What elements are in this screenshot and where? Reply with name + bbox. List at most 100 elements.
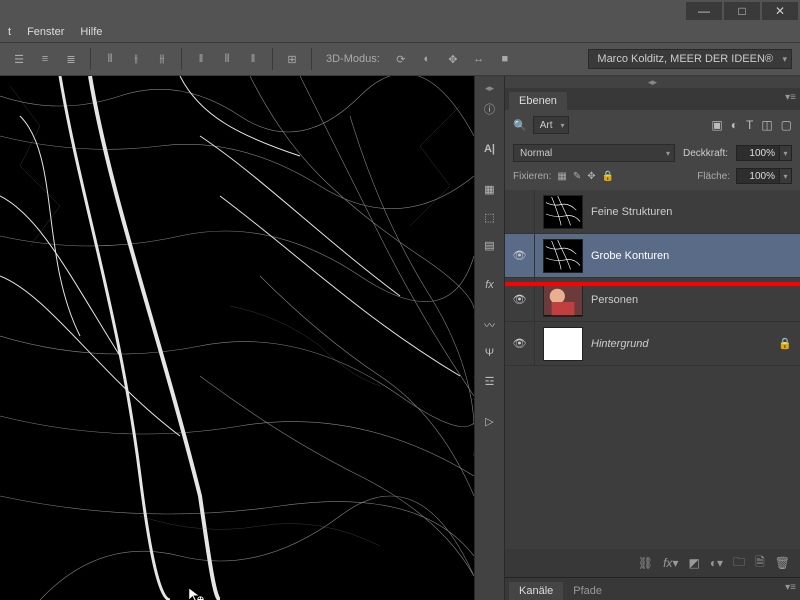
workspace-dropdown[interactable]: Marco Kolditz, MEER DER IDEEN® — [588, 49, 792, 69]
layer-kind-label: Art — [540, 120, 553, 131]
mode3d-roll-icon[interactable]: ◐ — [416, 48, 438, 70]
fill-dropdown-icon[interactable]: ▾ — [780, 168, 792, 184]
align-center-icon[interactable]: ≡ — [34, 48, 56, 70]
layer-thumbnail[interactable] — [543, 239, 583, 273]
mode3d-zoom-icon[interactable]: ■ — [494, 48, 516, 70]
layer-filter-row: 🔍 Art ▣ ◐ T ◫ ▢ — [505, 110, 800, 140]
fill-label: Fläche: — [697, 171, 730, 182]
panel-collapse-handle-icon[interactable]: ◂▸ — [505, 76, 800, 88]
distribute-bottom-icon[interactable]: ⫵ — [151, 48, 173, 70]
channels-panel-menu-icon[interactable]: ▾≡ — [785, 582, 796, 593]
histogram-panel-icon[interactable]: ⬚ — [477, 204, 503, 230]
canvas-image — [0, 76, 474, 600]
layer-fx-icon[interactable]: fx▾ — [663, 556, 678, 570]
layers-panel-tabbar: Ebenen ▾≡ — [505, 88, 800, 110]
filter-type-icon[interactable]: T — [746, 118, 753, 132]
blend-opacity-row: Normal Deckkraft: 100% ▾ — [505, 140, 800, 166]
tab-kanale[interactable]: Kanäle — [509, 582, 563, 600]
tab-ebenen[interactable]: Ebenen — [509, 92, 567, 110]
character-panel-icon[interactable]: A| — [477, 136, 503, 162]
align-right-icon[interactable]: ≣ — [60, 48, 82, 70]
link-layers-icon[interactable]: ⛓ — [638, 556, 653, 570]
blend-mode-label: Normal — [520, 148, 552, 159]
filter-adjust-icon[interactable]: ◐ — [731, 118, 738, 132]
new-group-icon[interactable]: 🗀 — [733, 553, 745, 574]
distribute-top-icon[interactable]: ⫴ — [99, 48, 121, 70]
layer-mask-icon[interactable]: ◩ — [688, 556, 699, 570]
channels-paths-panel: Kanäle Pfade ▾≡ — [505, 577, 800, 600]
opacity-field[interactable]: 100% — [736, 145, 780, 161]
separator — [311, 48, 312, 70]
menu-item-truncated[interactable]: t — [8, 26, 11, 38]
menu-fenster[interactable]: Fenster — [27, 26, 64, 38]
actions-panel-icon[interactable]: ▷ — [477, 408, 503, 434]
layer-thumbnail[interactable] — [543, 283, 583, 317]
swatches-panel-icon[interactable]: ▤ — [477, 232, 503, 258]
lock-paint-icon[interactable]: ✎ — [573, 171, 581, 182]
navigator-panel-icon[interactable]: ▦ — [477, 176, 503, 202]
maximize-button[interactable]: □ — [724, 2, 760, 20]
separator — [90, 48, 91, 70]
opacity-dropdown-icon[interactable]: ▾ — [780, 145, 792, 161]
lock-move-icon[interactable]: ✥ — [587, 171, 595, 182]
layer-name: Personen — [591, 294, 638, 306]
mode3d-pan-icon[interactable]: ✥ — [442, 48, 464, 70]
layer-thumbnail[interactable] — [543, 327, 583, 361]
window-titlebar: — □ ✕ — [0, 0, 800, 22]
layer-name: Feine Strukturen — [591, 206, 672, 218]
info-panel-icon[interactable]: ⓘ — [477, 96, 503, 122]
panel-column: ◂▸ Ebenen ▾≡ 🔍 Art ▣ ◐ T ◫ ▢ Normal Deck… — [504, 76, 800, 600]
separator — [272, 48, 273, 70]
layer-list: Feine Strukturen 👁 Grobe Konturen 👁 Personen… — [505, 190, 800, 549]
collapsed-panel-strip: ◂▸ ⓘ A| ▦ ⬚ ▤ fx 〰 Ψ ☲ ▷ — [474, 76, 504, 600]
work-area: ◂▸ ⓘ A| ▦ ⬚ ▤ fx 〰 Ψ ☲ ▷ ◂▸ Ebenen ▾≡ 🔍 … — [0, 76, 800, 600]
brush-panel-icon[interactable]: 〰 — [477, 312, 503, 338]
fill-field[interactable]: 100% — [736, 168, 780, 184]
collapse-handle-icon[interactable]: ◂▸ — [475, 82, 504, 94]
connection-panel-icon[interactable]: Ψ — [477, 340, 503, 366]
layer-visibility-icon[interactable] — [505, 190, 535, 233]
menu-hilfe[interactable]: Hilfe — [80, 26, 102, 38]
layer-row[interactable]: 👁 Grobe Konturen — [505, 234, 800, 278]
layer-row[interactable]: 👁 Personen — [505, 278, 800, 322]
lock-pixels-icon[interactable]: ▦ — [557, 171, 566, 182]
layers-panel-footer: ⛓ fx▾ ◩ ◐▾ 🗀 🗎 🗑 — [505, 549, 800, 577]
adjustments-panel-icon[interactable]: ☲ — [477, 368, 503, 394]
distribute-vcenter-icon[interactable]: ⫲ — [125, 48, 147, 70]
panel-menu-icon[interactable]: ▾≡ — [785, 92, 796, 103]
lock-all-icon[interactable]: 🔒 — [602, 171, 614, 182]
mode3d-slide-icon[interactable]: ↔ — [468, 48, 490, 70]
layer-row[interactable]: Feine Strukturen — [505, 190, 800, 234]
layer-name: Hintergrund — [591, 338, 648, 350]
layer-visibility-icon[interactable]: 👁 — [505, 278, 535, 321]
lock-label: Fixieren: — [513, 171, 551, 182]
lock-fill-row: Fixieren: ▦ ✎ ✥ 🔒 Fläche: 100% ▾ — [505, 166, 800, 190]
mode3d-orbit-icon[interactable]: ⟳ — [390, 48, 412, 70]
canvas-viewport[interactable] — [0, 76, 474, 600]
layer-kind-dropdown[interactable]: Art — [533, 116, 570, 134]
filter-smart-icon[interactable]: ▢ — [781, 118, 792, 132]
filter-pixel-icon[interactable]: ▣ — [711, 118, 722, 132]
layer-thumbnail[interactable] — [543, 195, 583, 229]
distribute-right-icon[interactable]: ‖ — [242, 48, 264, 70]
options-bar: ☰ ≡ ≣ ⫴ ⫲ ⫵ ‖ ⦀ ‖ ⊞ 3D-Modus: ⟳ ◐ ✥ ↔ ■ … — [0, 42, 800, 76]
cursor-icon — [187, 586, 205, 600]
delete-layer-icon[interactable]: 🗑 — [775, 556, 790, 570]
filter-shape-icon[interactable]: ◫ — [761, 118, 772, 132]
distribute-left-icon[interactable]: ‖ — [190, 48, 212, 70]
layer-visibility-icon[interactable]: 👁 — [505, 234, 535, 277]
tab-pfade[interactable]: Pfade — [563, 582, 612, 600]
styles-panel-icon[interactable]: fx — [477, 272, 503, 298]
mode3d-label: 3D-Modus: — [326, 53, 380, 65]
auto-align-icon[interactable]: ⊞ — [281, 48, 303, 70]
layer-visibility-icon[interactable]: 👁 — [505, 322, 535, 365]
align-left-icon[interactable]: ☰ — [8, 48, 30, 70]
minimize-button[interactable]: — — [686, 2, 722, 20]
new-adjustment-icon[interactable]: ◐▾ — [710, 556, 723, 570]
new-layer-icon[interactable]: 🗎 — [755, 553, 765, 574]
blend-mode-dropdown[interactable]: Normal — [513, 144, 675, 162]
close-button[interactable]: ✕ — [762, 2, 798, 20]
layer-name: Grobe Konturen — [591, 250, 669, 262]
distribute-hcenter-icon[interactable]: ⦀ — [216, 48, 238, 70]
layer-row[interactable]: 👁Hintergrund🔒 — [505, 322, 800, 366]
